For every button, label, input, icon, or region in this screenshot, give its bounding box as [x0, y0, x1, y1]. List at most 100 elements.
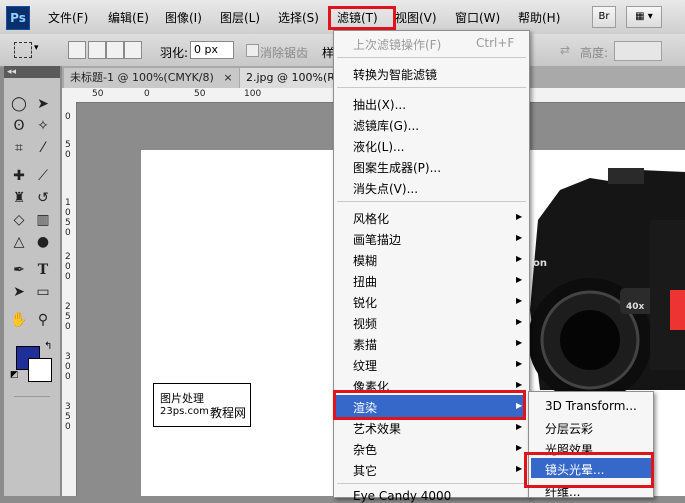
intersect-selection-icon[interactable] — [124, 41, 142, 59]
submenu-arrow-icon: ▶ — [516, 254, 523, 263]
height-label: 高度: — [580, 46, 609, 60]
menu-separator — [337, 483, 526, 484]
dodge-icon[interactable]: ● — [32, 232, 54, 253]
submenu-arrow-icon: ▶ — [516, 212, 523, 221]
clone-stamp-icon[interactable]: ♜ — [8, 188, 30, 209]
tab-untitled-1[interactable]: 未标题-1 @ 100%(CMYK/8) × — [64, 68, 239, 88]
menu-item-pattern-maker[interactable]: 图案生成器(P)... — [353, 159, 441, 176]
blur-icon[interactable]: △ — [8, 232, 30, 253]
close-icon[interactable]: × — [223, 71, 232, 84]
menu-item-brush-strokes[interactable]: 画笔描边 — [353, 231, 401, 248]
ruler-number: 5 — [65, 312, 71, 322]
shortcut-label: Ctrl+F — [476, 36, 515, 50]
menu-item-eye-candy[interactable]: Eye Candy 4000 — [353, 489, 451, 503]
submenu-arrow-icon: ▶ — [516, 422, 523, 431]
menu-item-liquify[interactable]: 液化(L)... — [353, 138, 405, 155]
menu-item-vanishing-point[interactable]: 消失点(V)... — [353, 180, 418, 197]
menu-item-filter-gallery[interactable]: 滤镜库(G)... — [353, 117, 419, 134]
ruler-number: 0 — [65, 208, 71, 218]
menu-image[interactable]: 图像(I) — [165, 9, 202, 26]
menu-file[interactable]: 文件(F) — [48, 9, 88, 26]
menu-layer[interactable]: 图层(L) — [220, 9, 260, 26]
feather-input[interactable]: 0 px — [190, 41, 234, 59]
eyedropper-icon[interactable]: ⁄ — [32, 138, 54, 159]
ruler-number: 0 — [65, 362, 71, 372]
menu-item-texture[interactable]: 纹理 — [353, 357, 377, 374]
hand-icon[interactable]: ✋ — [8, 310, 30, 331]
vertical-ruler: 0 5 0 1 0 5 0 2 0 0 2 5 0 3 0 0 3 5 0 — [62, 102, 77, 496]
menu-item-stylize[interactable]: 风格化 — [353, 210, 389, 227]
ruler-number: 5 — [65, 218, 71, 228]
ruler-number: 5 — [65, 412, 71, 422]
ruler-number: 100 — [244, 89, 262, 99]
menu-item-sharpen[interactable]: 锐化 — [353, 294, 377, 311]
bridge-button[interactable]: Br — [592, 6, 616, 28]
add-selection-icon[interactable] — [88, 41, 106, 59]
submenu-item-clouds[interactable]: 分层云彩 — [545, 420, 593, 437]
new-selection-icon[interactable] — [68, 41, 86, 59]
ruler-number: 2 — [65, 252, 71, 262]
watermark-line1: 图片处理 — [160, 392, 204, 405]
lens-flare-annotation-box — [524, 452, 654, 488]
submenu-arrow-icon: ▶ — [516, 233, 523, 242]
menu-item-distort[interactable]: 扭曲 — [353, 273, 377, 290]
submenu-item-3d-transform[interactable]: 3D Transform... — [545, 399, 637, 413]
swap-colors-icon[interactable]: ↰ — [44, 341, 52, 352]
menu-item-artistic[interactable]: 艺术效果 — [353, 420, 401, 437]
watermark-line2-site: 23ps.com — [160, 406, 209, 417]
pen-icon[interactable]: ✒ — [8, 260, 30, 281]
menu-item-last-filter[interactable]: 上次滤镜操作(F) — [353, 36, 441, 53]
menu-edit[interactable]: 编辑(E) — [108, 9, 149, 26]
menu-item-other[interactable]: 其它 — [353, 462, 377, 479]
history-brush-icon[interactable]: ↺ — [32, 188, 54, 209]
menu-view[interactable]: 视图(V) — [395, 9, 437, 26]
antialias-checkbox[interactable] — [246, 44, 259, 57]
antialias-label: 消除锯齿 — [260, 46, 309, 60]
subtract-selection-icon[interactable] — [106, 41, 124, 59]
chevron-down-icon[interactable]: ▾ — [34, 43, 39, 53]
menu-item-video[interactable]: 视频 — [353, 315, 377, 332]
crop-icon[interactable]: ⌗ — [8, 138, 30, 159]
menu-item-blur[interactable]: 模糊 — [353, 252, 377, 269]
ruler-number: 0 — [65, 262, 71, 272]
camera-brand: on — [533, 258, 547, 269]
screen-mode-button[interactable]: ▦ ▾ — [626, 6, 662, 28]
gradient-icon[interactable]: ▥ — [32, 210, 54, 231]
type-icon[interactable]: T — [32, 260, 54, 281]
watermark-box: 图片处理 23ps.com 教程网 — [153, 383, 251, 427]
ruler-number: 0 — [144, 89, 150, 99]
tab-2-jpg[interactable]: 2.jpg @ 100%(R — [240, 68, 341, 88]
brush-icon[interactable]: ⟋ — [32, 166, 54, 187]
menu-item-extract[interactable]: 抽出(X)... — [353, 96, 406, 113]
height-input[interactable] — [614, 41, 662, 61]
render-annotation-box — [333, 390, 526, 420]
move-tool-icon[interactable]: ➤ — [32, 94, 54, 115]
menu-item-smart-filter[interactable]: 转换为智能滤镜 — [353, 66, 437, 83]
magic-wand-icon[interactable]: ✧ — [32, 116, 54, 137]
shape-icon[interactable]: ▭ — [32, 282, 54, 303]
menu-item-noise[interactable]: 杂色 — [353, 441, 377, 458]
toolbox: ◂◂ ◯ ➤ ʘ ✧ ⌗ ⁄ ✚ ⟋ ♜ ↺ ◇ ▥ △ ● ✒ T ➤ ▭ ✋… — [4, 66, 61, 496]
elliptical-marquee-icon[interactable]: ◯ — [8, 94, 30, 115]
toolbox-collapse-icon[interactable]: ◂◂ — [4, 66, 60, 78]
zoom-icon[interactable]: ⚲ — [32, 310, 54, 331]
menu-filter[interactable]: 滤镜(T) — [337, 9, 378, 26]
menu-help[interactable]: 帮助(H) — [518, 9, 560, 26]
path-selection-icon[interactable]: ➤ — [8, 282, 30, 303]
submenu-arrow-icon: ▶ — [516, 275, 523, 284]
marquee-tool-icon[interactable] — [14, 42, 32, 58]
ruler-number: 0 — [65, 228, 71, 238]
ruler-number: 2 — [65, 302, 71, 312]
background-color-swatch[interactable] — [28, 358, 52, 382]
ruler-number: 0 — [65, 372, 71, 382]
menu-item-sketch[interactable]: 素描 — [353, 336, 377, 353]
menu-select[interactable]: 选择(S) — [278, 9, 319, 26]
submenu-arrow-icon: ▶ — [516, 443, 523, 452]
menu-window[interactable]: 窗口(W) — [455, 9, 500, 26]
menu-separator — [337, 201, 526, 202]
eraser-icon[interactable]: ◇ — [8, 210, 30, 231]
healing-brush-icon[interactable]: ✚ — [8, 166, 30, 187]
lasso-icon[interactable]: ʘ — [8, 116, 30, 137]
default-colors-icon[interactable]: ◩ — [10, 370, 19, 380]
submenu-arrow-icon: ▶ — [516, 296, 523, 305]
